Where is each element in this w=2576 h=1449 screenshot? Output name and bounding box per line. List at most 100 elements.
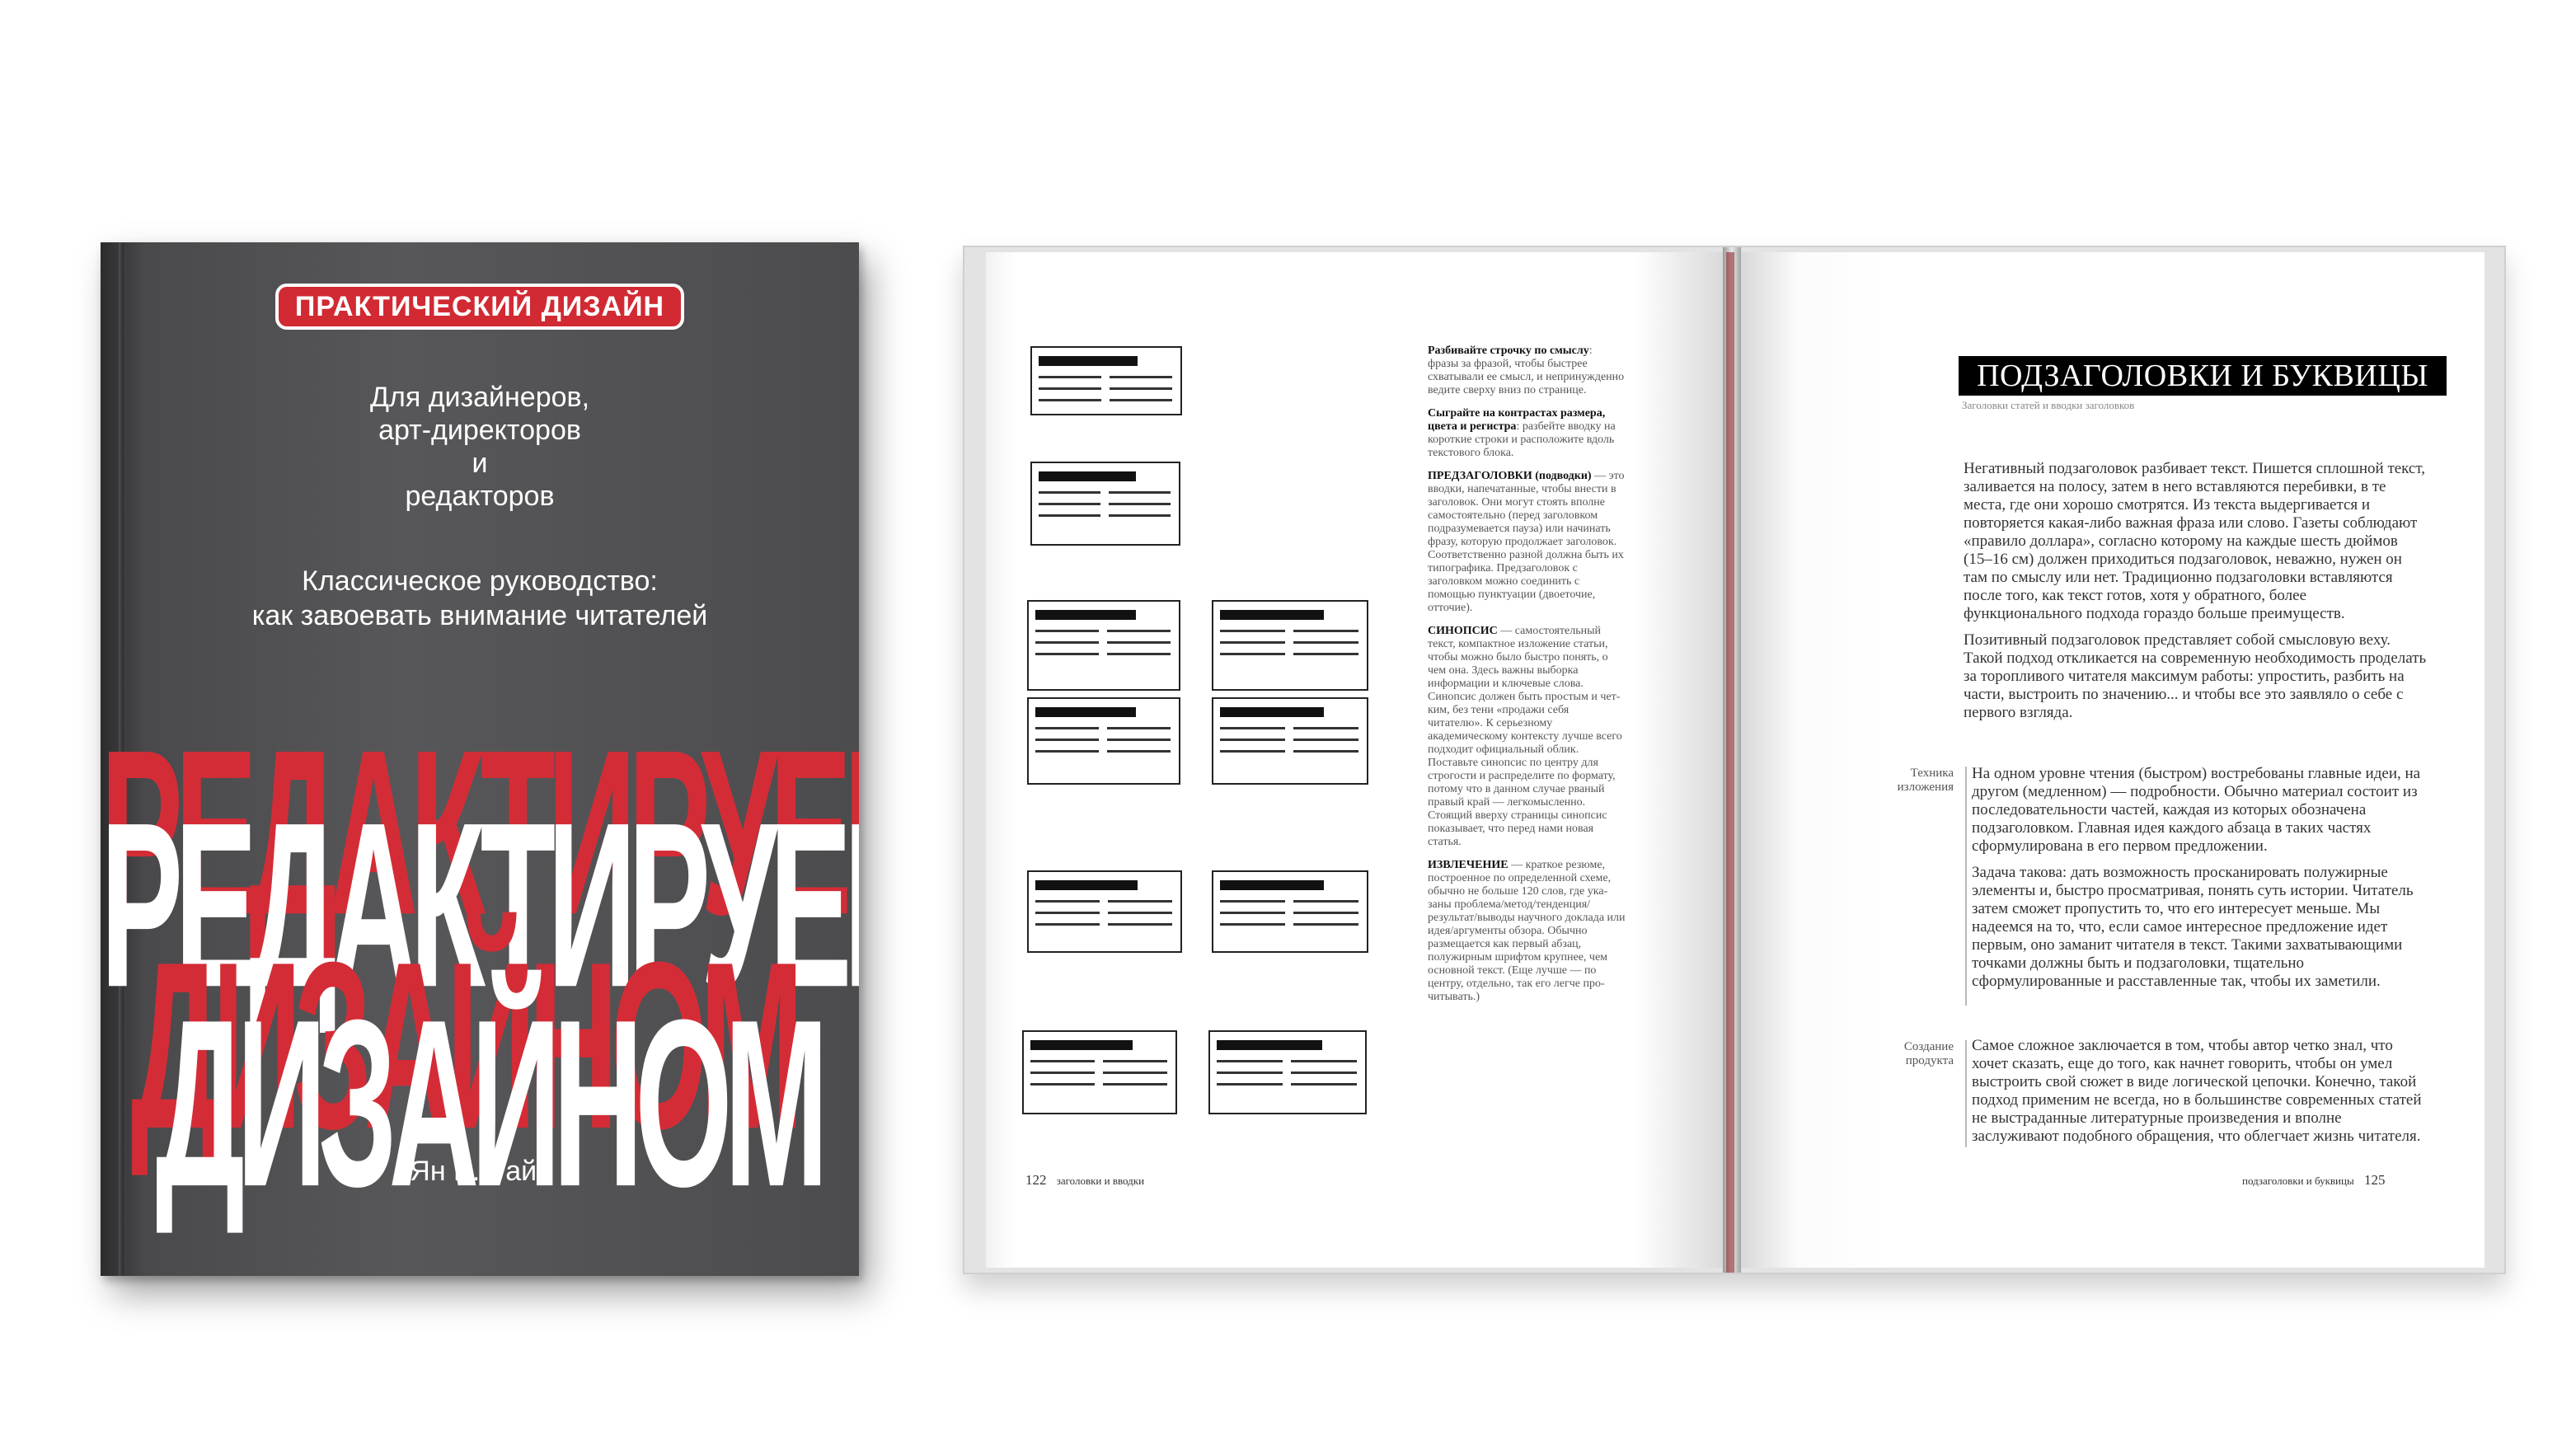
layout-sketch (1212, 600, 1368, 691)
sketch-text-line (1035, 641, 1099, 644)
right-page-footer: подзаголовки и буквицы 125 (2242, 1172, 2385, 1189)
sketch-text-line (1217, 1060, 1283, 1062)
sketch-text-line (1108, 912, 1172, 914)
sketch-text-line (1220, 727, 1285, 729)
sketch-text-line (1220, 912, 1285, 914)
sketch-headline (1035, 880, 1138, 890)
sketch-text-line (1220, 923, 1285, 926)
sketch-text-line (1030, 1072, 1095, 1074)
sketch-text-line (1039, 503, 1100, 505)
sketch-text-line (1220, 900, 1285, 903)
margin-rule (1965, 1040, 1967, 1147)
side-note-lead: ИЗВЛЕЧЕНИЕ (1428, 859, 1509, 871)
sketch-text-line (1035, 727, 1099, 729)
side-note-text: — краткое резюме, построенное по оп­реде… (1428, 859, 1626, 1003)
layout-sketch (1030, 462, 1180, 546)
sketch-text-line (1293, 653, 1358, 655)
sketch-text-line (1110, 399, 1172, 401)
sketch-text-line (1039, 491, 1100, 494)
layout-sketch (1027, 870, 1182, 953)
sketch-text-line (1109, 514, 1171, 517)
sketch-text-line (1035, 750, 1099, 753)
sketch-text-line (1291, 1072, 1357, 1074)
sketch-headline (1030, 1040, 1133, 1050)
bookmark-ribbon (1726, 252, 1734, 1273)
sketch-text-line (1107, 630, 1171, 632)
layout-sketch (1027, 600, 1180, 691)
sketch-text-line (1039, 514, 1100, 517)
side-note-text: — самостоя­тельный текст, компактное изл… (1428, 625, 1622, 848)
sketch-text-line (1103, 1072, 1167, 1074)
left-page-footer: 122 заголовки и вводки (1025, 1172, 1144, 1189)
audience-line: Для дизайнеров, (369, 382, 590, 413)
cover-tagline: Классическое руководство: как завоевать … (101, 564, 859, 633)
left-page-number: 122 (1025, 1172, 1047, 1188)
sketch-text-line (1035, 739, 1099, 741)
sketch-text-line (1109, 491, 1171, 494)
sketch-headline (1035, 707, 1136, 717)
sketch-headline (1220, 880, 1324, 890)
sketch-text-line (1217, 1083, 1283, 1086)
sketch-text-line (1035, 900, 1100, 903)
sketch-text-line (1107, 739, 1171, 741)
side-note-lead: Разбивайте строчку по смыслу (1428, 345, 1589, 357)
layout-sketch (1212, 697, 1368, 785)
tagline-line: Классическое руководство: (302, 565, 658, 597)
layout-sketch (1022, 1030, 1177, 1114)
left-running-head: заголовки и вводки (1056, 1175, 1145, 1187)
side-note-lead: ПРЕДЗАГОЛОВКИ (подводки) (1428, 470, 1592, 482)
intro-text: Негативный подзаголовок разбивает текст.… (1964, 460, 2427, 730)
sketch-text-line (1110, 376, 1172, 378)
sketch-text-line (1220, 739, 1285, 741)
sketch-text-line (1108, 923, 1172, 926)
sketch-text-line (1035, 923, 1100, 926)
audience-line: редакторов (405, 481, 555, 512)
layout-sketch (1030, 346, 1182, 415)
sketch-headline (1220, 610, 1324, 620)
paragraph: Позитивный подзаголовок представляет соб… (1964, 631, 2427, 721)
audience-line: арт-директоров (378, 415, 581, 446)
layout-sketch (1212, 870, 1368, 953)
sketch-text-line (1220, 653, 1285, 655)
sketch-text-line (1110, 387, 1172, 390)
series-badge: ПРАКТИЧЕСКИЙ ДИЗАЙН (275, 284, 684, 330)
section-subtitle: Заголовки статей и вводки заголовков (1962, 399, 2135, 411)
left-side-notes: Разбивайте строчку по смыслу: фразы за ф… (1428, 345, 1626, 1014)
side-note-text: — это вводки, напечатанные, чтобы внести… (1428, 470, 1625, 614)
side-note: СИНОПСИС — самостоя­тельный текст, компа… (1428, 625, 1626, 849)
margin-rule (1965, 767, 1967, 1006)
sketch-text-line (1109, 503, 1171, 505)
sketch-headline (1217, 1040, 1322, 1050)
sketch-text-line (1103, 1083, 1167, 1086)
cover-audience: Для дизайнеров, арт-директоров и редакто… (101, 381, 859, 513)
right-running-head: подзаголовки и буквицы (2242, 1175, 2354, 1187)
sketch-text-line (1291, 1083, 1357, 1086)
sketch-text-line (1220, 630, 1285, 632)
sketch-text-line (1293, 630, 1358, 632)
sketch-text-line (1220, 750, 1285, 753)
sketch-text-line (1293, 912, 1358, 914)
sketch-text-line (1217, 1072, 1283, 1074)
sketch-text-line (1107, 641, 1171, 644)
sketch-text-line (1108, 900, 1172, 903)
sketch-text-line (1293, 900, 1358, 903)
sketch-headline (1220, 707, 1324, 717)
sketch-text-line (1220, 641, 1285, 644)
paragraph: Негативный подзаголовок разбивает текст.… (1964, 460, 2425, 622)
sketch-text-line (1030, 1083, 1095, 1086)
sketch-text-line (1039, 399, 1101, 401)
sketch-headline (1035, 610, 1136, 620)
sketch-text-line (1293, 739, 1358, 741)
book-cover: ПРАКТИЧЕСКИЙ ДИЗАЙН Для дизайнеров, арт-… (101, 242, 859, 1276)
margin-label-technique: Техника изложения (1897, 767, 1954, 794)
sketch-text-line (1103, 1060, 1167, 1062)
audience-line: и (472, 448, 488, 479)
sketch-text-line (1107, 653, 1171, 655)
tagline-line: как завоевать внимание читателей (251, 600, 708, 631)
sketch-headline (1039, 471, 1136, 481)
sketch-text-line (1039, 387, 1101, 390)
sketch-text-line (1107, 727, 1171, 729)
side-note: ИЗВЛЕЧЕНИЕ — краткое резюме, построенное… (1428, 859, 1626, 1004)
paragraph: Самое сложное заключается в том, чтобы а… (1972, 1037, 2422, 1145)
sketch-text-line (1035, 653, 1099, 655)
